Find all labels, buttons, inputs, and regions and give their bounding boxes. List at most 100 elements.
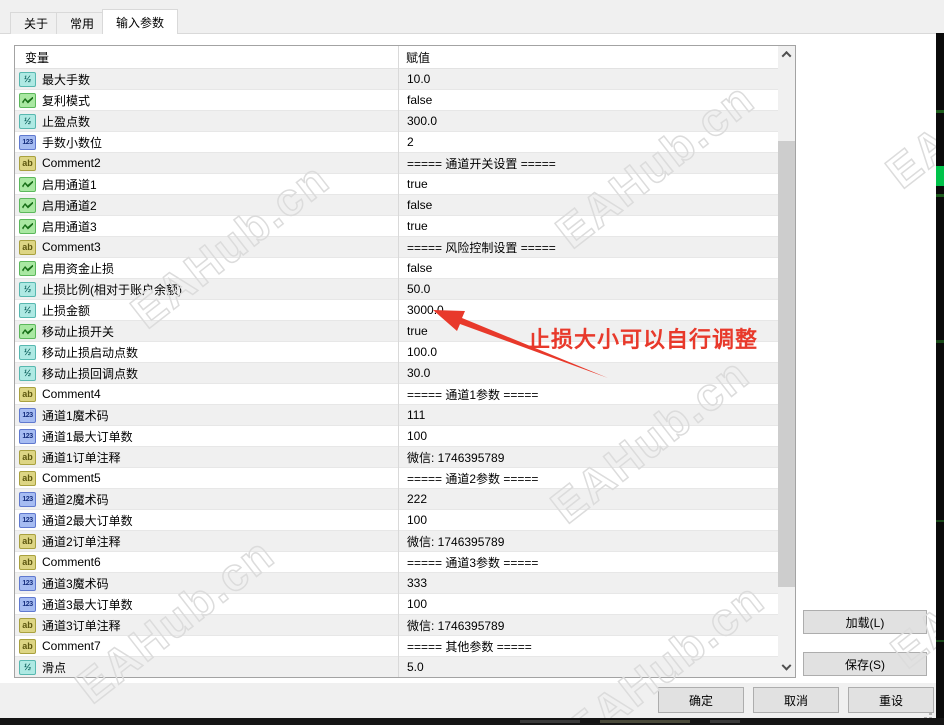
table-row[interactable]: 移动止损开关 true xyxy=(15,321,778,342)
background-chart-strip xyxy=(936,33,944,725)
chevron-down-icon xyxy=(781,660,792,671)
param-value[interactable]: 3000.0 xyxy=(399,300,778,320)
param-name: 通道1最大订单数 xyxy=(42,429,133,444)
table-row[interactable]: ab Comment6 ===== 通道3参数 ===== xyxy=(15,552,778,573)
integer-type-icon: 123 xyxy=(19,596,36,612)
tab-about[interactable]: 关于 xyxy=(10,12,63,34)
table-row[interactable]: 123 通道2最大订单数 100 xyxy=(15,510,778,531)
param-value[interactable]: 微信: 1746395789 xyxy=(399,447,778,467)
param-value[interactable]: ===== 通道开关设置 ===== xyxy=(399,153,778,173)
param-value[interactable]: true xyxy=(399,216,778,236)
string-type-icon: ab xyxy=(19,470,36,486)
param-value[interactable]: ===== 通道2参数 ===== xyxy=(399,468,778,488)
param-value[interactable]: ===== 风险控制设置 ===== xyxy=(399,237,778,257)
scrollbar-thumb[interactable] xyxy=(778,141,795,587)
load-button[interactable]: 加载(L) xyxy=(803,610,927,634)
vertical-scrollbar[interactable] xyxy=(778,46,795,677)
chart-mark xyxy=(936,640,944,642)
param-name: 通道2魔术码 xyxy=(42,492,109,507)
table-row[interactable]: ½ 止损金额 3000.0 xyxy=(15,300,778,321)
param-name: Comment3 xyxy=(42,240,101,254)
tab-common[interactable]: 常用 xyxy=(56,12,109,34)
taskbar-mark xyxy=(710,720,740,723)
table-row[interactable]: ½ 滑点 5.0 xyxy=(15,657,778,677)
param-name: 最大手数 xyxy=(42,72,91,87)
integer-type-icon: 123 xyxy=(19,491,36,507)
param-name: 止损比例(相对于账户余额) xyxy=(42,282,182,297)
param-value[interactable]: 100 xyxy=(399,510,778,530)
dialog-footer: 确定 取消 重设 xyxy=(0,683,936,718)
table-row[interactable]: ab 通道2订单注释 微信: 1746395789 xyxy=(15,531,778,552)
save-button[interactable]: 保存(S) xyxy=(803,652,927,676)
scroll-down-button[interactable] xyxy=(778,660,795,677)
table-row[interactable]: 123 通道2魔术码 222 xyxy=(15,489,778,510)
param-value[interactable]: 333 xyxy=(399,573,778,593)
string-type-icon: ab xyxy=(19,617,36,633)
table-row[interactable]: ab Comment3 ===== 风险控制设置 ===== xyxy=(15,237,778,258)
table-row[interactable]: ½ 移动止损回调点数 30.0 xyxy=(15,363,778,384)
string-type-icon: ab xyxy=(19,386,36,402)
param-value[interactable]: 300.0 xyxy=(399,111,778,131)
param-value[interactable]: 30.0 xyxy=(399,363,778,383)
param-value[interactable]: 微信: 1746395789 xyxy=(399,531,778,551)
param-value[interactable]: ===== 通道3参数 ===== xyxy=(399,552,778,572)
column-header-value: 赋值 xyxy=(406,50,431,65)
table-row[interactable]: ½ 止损比例(相对于账户余额) 50.0 xyxy=(15,279,778,300)
param-value[interactable]: 222 xyxy=(399,489,778,509)
table-row[interactable]: 启用资金止损 false xyxy=(15,258,778,279)
table-row[interactable]: 复利模式 false xyxy=(15,90,778,111)
param-value[interactable]: false xyxy=(399,258,778,278)
param-value[interactable]: false xyxy=(399,90,778,110)
param-value[interactable]: ===== 通道1参数 ===== xyxy=(399,384,778,404)
double-type-icon: ½ xyxy=(19,281,36,297)
tab-inputs[interactable]: 输入参数 xyxy=(102,9,179,34)
table-row[interactable]: 123 通道3魔术码 333 xyxy=(15,573,778,594)
table-row[interactable]: 123 通道1魔术码 111 xyxy=(15,405,778,426)
table-row[interactable]: 123 通道3最大订单数 100 xyxy=(15,594,778,615)
table-row[interactable]: 123 通道1最大订单数 100 xyxy=(15,426,778,447)
param-value[interactable]: 100.0 xyxy=(399,342,778,362)
table-row[interactable]: 启用通道3 true xyxy=(15,216,778,237)
param-value[interactable]: ===== 其他参数 ===== xyxy=(399,636,778,656)
param-value[interactable]: false xyxy=(399,195,778,215)
cancel-button[interactable]: 取消 xyxy=(753,687,839,713)
param-name: Comment6 xyxy=(42,555,101,569)
integer-type-icon: 123 xyxy=(19,428,36,444)
bool-type-icon xyxy=(19,323,36,339)
table-row[interactable]: 启用通道2 false xyxy=(15,195,778,216)
table-row[interactable]: ab Comment2 ===== 通道开关设置 ===== xyxy=(15,153,778,174)
param-name: Comment2 xyxy=(42,156,101,170)
scroll-up-button[interactable] xyxy=(778,46,795,63)
table-row[interactable]: ab Comment5 ===== 通道2参数 ===== xyxy=(15,468,778,489)
string-type-icon: ab xyxy=(19,155,36,171)
param-value[interactable]: 10.0 xyxy=(399,69,778,89)
reset-button[interactable]: 重设 xyxy=(848,687,934,713)
table-row[interactable]: ½ 移动止损启动点数 100.0 xyxy=(15,342,778,363)
param-name: 移动止损启动点数 xyxy=(42,345,139,360)
param-name: 止盈点数 xyxy=(42,114,91,129)
param-value[interactable]: 5.0 xyxy=(399,657,778,677)
table-row[interactable]: ab 通道3订单注释 微信: 1746395789 xyxy=(15,615,778,636)
param-value[interactable]: 2 xyxy=(399,132,778,152)
table-row[interactable]: ½ 止盈点数 300.0 xyxy=(15,111,778,132)
param-value[interactable]: 50.0 xyxy=(399,279,778,299)
table-row[interactable]: ab Comment7 ===== 其他参数 ===== xyxy=(15,636,778,657)
param-name: 启用通道3 xyxy=(42,219,97,234)
param-name: Comment4 xyxy=(42,387,101,401)
table-row[interactable]: ab Comment4 ===== 通道1参数 ===== xyxy=(15,384,778,405)
string-type-icon: ab xyxy=(19,449,36,465)
integer-type-icon: 123 xyxy=(19,575,36,591)
param-value[interactable]: 100 xyxy=(399,426,778,446)
param-value[interactable]: 111 xyxy=(399,405,778,425)
ok-button[interactable]: 确定 xyxy=(658,687,744,713)
table-row[interactable]: 123 手数小数位 2 xyxy=(15,132,778,153)
param-value[interactable]: true xyxy=(399,174,778,194)
table-row[interactable]: ½ 最大手数 10.0 xyxy=(15,69,778,90)
param-name: 滑点 xyxy=(42,660,67,675)
chart-mark xyxy=(936,194,944,197)
table-row[interactable]: ab 通道1订单注释 微信: 1746395789 xyxy=(15,447,778,468)
param-value[interactable]: 100 xyxy=(399,594,778,614)
table-row[interactable]: 启用通道1 true xyxy=(15,174,778,195)
param-value[interactable]: true xyxy=(399,321,778,341)
param-value[interactable]: 微信: 1746395789 xyxy=(399,615,778,635)
